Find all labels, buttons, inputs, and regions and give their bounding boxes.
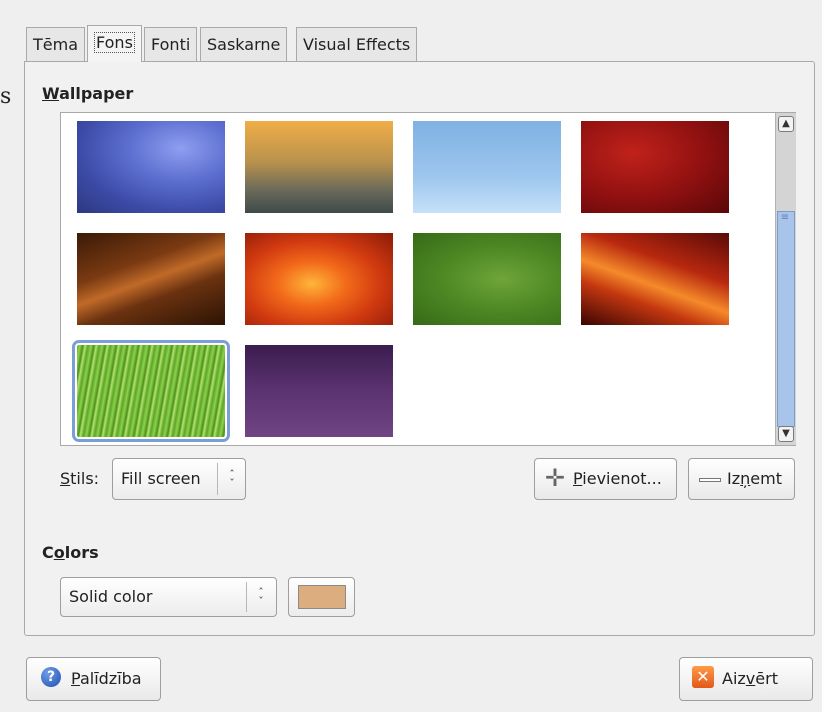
wallpaper-thumb-green-waves[interactable] [413, 233, 561, 325]
wallpaper-gallery[interactable] [60, 112, 796, 446]
combo-separator [217, 463, 218, 495]
color-picker-button[interactable] [288, 577, 355, 617]
color-swatch [298, 585, 346, 609]
gallery-scrollbar[interactable]: ▲ ≡ ▼ [775, 113, 796, 445]
help-label: Palīdzība [71, 669, 142, 688]
wallpaper-thumb-green-grass[interactable] [72, 340, 230, 442]
tab-tema[interactable]: Tēma [26, 27, 86, 61]
style-label: Stils: [60, 469, 100, 488]
help-icon: ? [41, 667, 61, 687]
color-mode-value: Solid color [69, 587, 153, 606]
tab-saskarne[interactable]: Saskarne [200, 27, 288, 61]
close-label: Aizvērt [722, 669, 778, 688]
clipped-text: s [0, 84, 12, 109]
add-wallpaper-label: Pievienot... [573, 469, 662, 488]
wallpaper-thumb-light-blue-dots[interactable] [413, 121, 561, 213]
updown-arrows-icon: ˆˇ [258, 586, 264, 608]
colors-section-title: Colors [42, 543, 99, 562]
add-wallpaper-button[interactable]: ✛ Pievienot... [534, 458, 677, 500]
tab-fons[interactable]: Fons [87, 25, 142, 62]
remove-wallpaper-label: Izņemt [727, 469, 782, 488]
close-button[interactable]: ✕ Aizvērt [679, 657, 813, 701]
wallpaper-thumb-amber-dots[interactable] [245, 121, 393, 213]
help-button[interactable]: ? Palīdzība [26, 657, 161, 701]
minus-icon [699, 478, 721, 482]
wallpaper-thumb-dark-red[interactable] [581, 121, 729, 213]
wallpaper-thumb-blue-swirl[interactable] [77, 121, 225, 213]
remove-wallpaper-button[interactable]: Izņemt [688, 458, 795, 500]
wallpaper-thumb-brown-waves[interactable] [77, 233, 225, 325]
appearance-dialog: s Tēma Fons Fonti Saskarne Visual Effect… [0, 0, 822, 712]
style-select-value: Fill screen [121, 469, 201, 488]
scrollbar-thumb[interactable] [777, 211, 795, 427]
wallpaper-thumb-purple-dots[interactable] [245, 345, 393, 437]
close-icon: ✕ [692, 666, 714, 688]
scroll-up-icon[interactable]: ▲ [778, 116, 794, 132]
style-select[interactable]: Fill screen ˆˇ [112, 458, 246, 500]
wallpaper-thumb-orange-flower[interactable] [245, 233, 393, 325]
tab-fons-label: Fons [94, 32, 135, 53]
combo-separator [246, 582, 247, 612]
tab-fonti[interactable]: Fonti [144, 27, 198, 61]
wallpaper-section-title: Wallpaper [42, 84, 134, 103]
tab-visual-effects[interactable]: Visual Effects [296, 27, 418, 61]
scrollbar-grip: ≡ [780, 212, 790, 223]
wallpaper-thumb-red-orange-rays[interactable] [581, 233, 729, 325]
color-mode-select[interactable]: Solid color ˆˇ [60, 577, 277, 617]
plus-icon: ✛ [545, 464, 566, 492]
updown-arrows-icon: ˆˇ [229, 468, 235, 490]
scroll-down-icon[interactable]: ▼ [778, 426, 794, 442]
